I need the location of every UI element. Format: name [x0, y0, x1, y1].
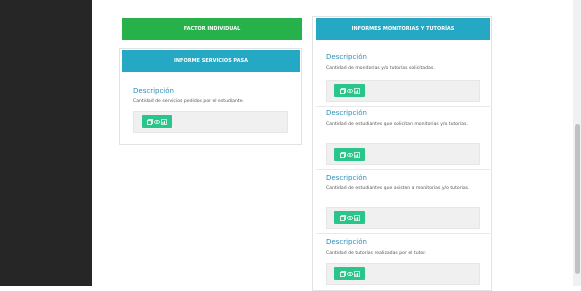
eye-icon [154, 119, 160, 125]
item-1-text: Cantidad de monitorias y/o tutorías soli… [326, 66, 435, 71]
item-2-text: Cantidad de estudiantes que solicitan mo… [326, 122, 468, 127]
divider [316, 106, 490, 107]
chart-icon [353, 87, 360, 94]
divider [316, 169, 490, 170]
chart-icon [353, 270, 360, 277]
item-3-text: Cantidad de estudiantes que asisten a mo… [326, 186, 470, 191]
eye-icon [346, 152, 353, 158]
sidebar [0, 0, 92, 286]
item-1-action-button[interactable] [334, 84, 365, 97]
eye-icon [346, 271, 353, 277]
informe-servicios-header: INFORME SERVICIOS PASA [122, 50, 300, 72]
copy-icon [339, 151, 346, 158]
descripcion-text: Cantidad de servicios pedidos por el est… [133, 99, 244, 104]
copy-icon [339, 87, 346, 94]
scrollbar-thumb[interactable] [575, 124, 580, 274]
item-3-action-button[interactable] [334, 211, 365, 224]
chart-icon [353, 214, 360, 221]
item-4-text: Cantidad de tutorías realizadas por el t… [326, 251, 427, 256]
factor-individual-button[interactable]: FACTOR INDIVIDUAL [122, 18, 302, 40]
copy-icon [147, 118, 153, 125]
item-4-action-button[interactable] [334, 267, 365, 280]
item-4-title: Descripción [326, 238, 367, 246]
item-1-title: Descripción [326, 53, 367, 61]
item-2-action-button[interactable] [334, 148, 365, 161]
divider [316, 233, 490, 234]
eye-icon [346, 88, 353, 94]
descripcion-title: Descripción [133, 87, 174, 95]
chart-icon [353, 151, 360, 158]
eye-icon [346, 215, 353, 221]
informes-monitorias-header: INFORMES MONITORIAS Y TUTORÍAS [316, 18, 490, 40]
item-3-title: Descripción [326, 174, 367, 182]
action-button[interactable] [142, 115, 172, 128]
copy-icon [339, 214, 346, 221]
item-2-title: Descripción [326, 109, 367, 117]
chart-icon [161, 118, 167, 125]
copy-icon [339, 270, 346, 277]
